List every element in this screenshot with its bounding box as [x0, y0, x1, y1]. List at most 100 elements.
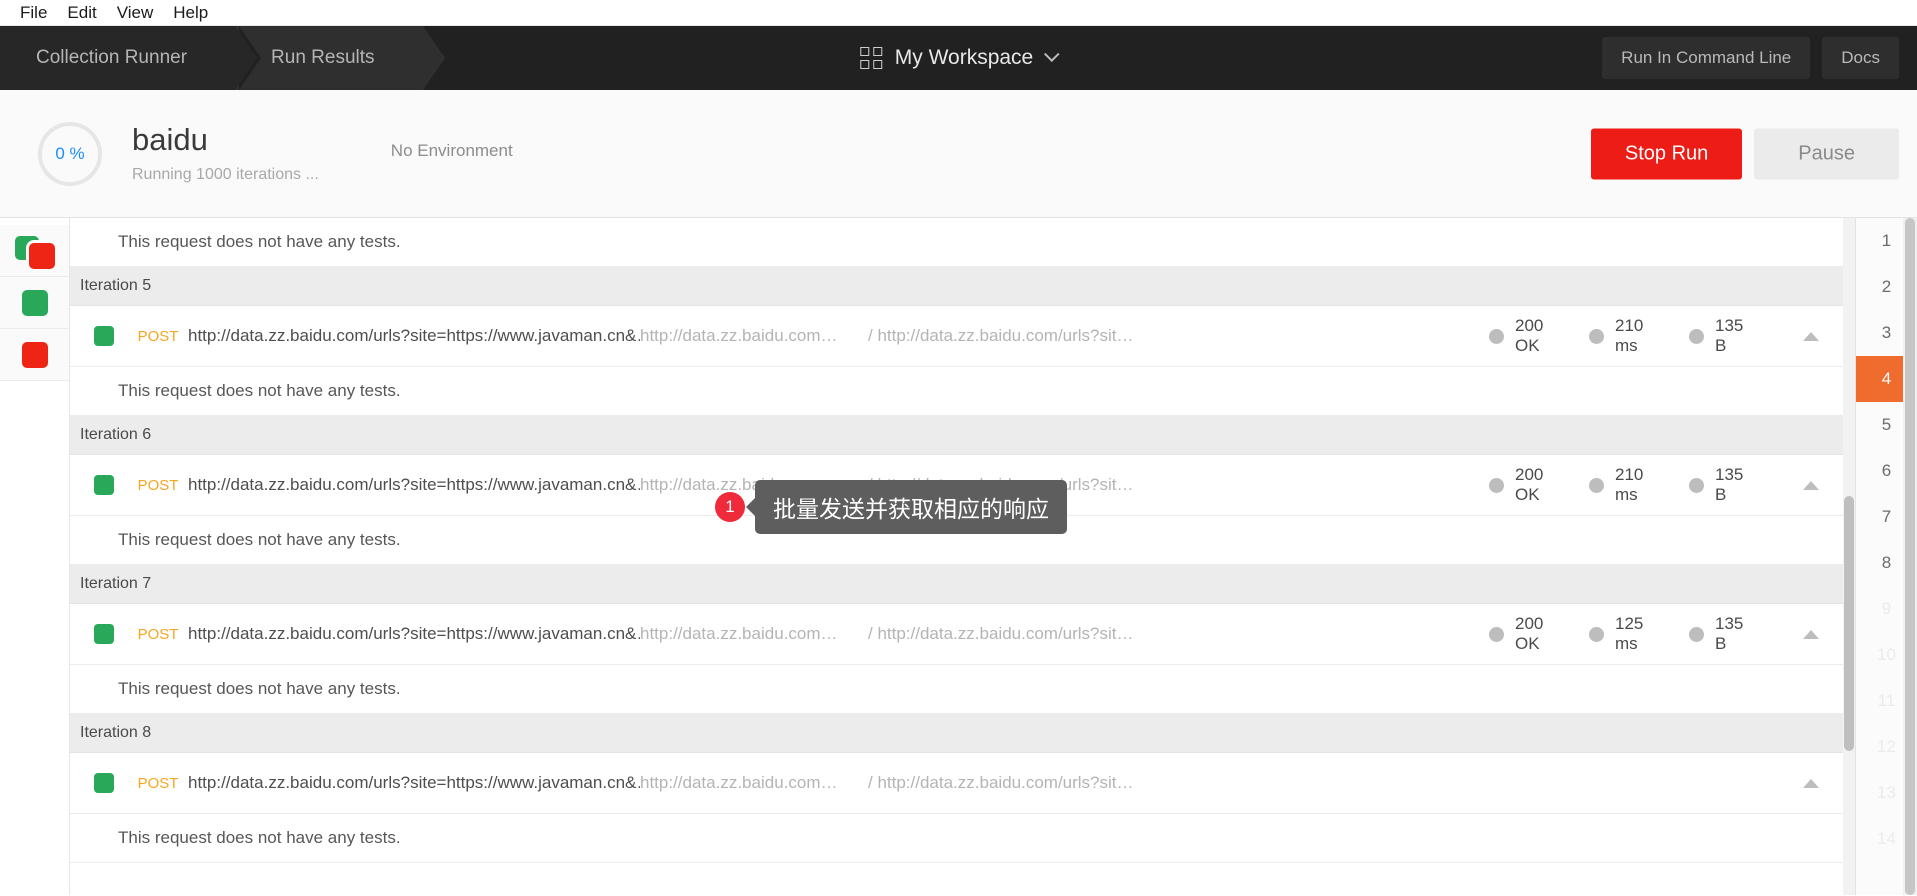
red-square-icon	[21, 341, 48, 368]
request-host: http://data.zz.baidu.com…	[640, 326, 838, 345]
request-stats: 200 OK 210 ms 135 B	[1489, 465, 1855, 505]
body-wrapper: This request does not have any tests. Ite…	[0, 218, 1917, 895]
response-size-value: 135	[1715, 315, 1744, 335]
filter-failed-button[interactable]	[0, 329, 69, 381]
environment-label: No Environment	[390, 140, 513, 160]
iteration-header: Iteration 8	[70, 714, 1855, 753]
request-method: POST	[137, 327, 179, 345]
request-result-row[interactable]: POST http://data.zz.baidu.com/urls?site=h…	[70, 753, 1855, 814]
results-scrollbar-thumb[interactable]	[1844, 496, 1854, 751]
response-size-unit: B	[1715, 634, 1727, 653]
green-red-squares-icon	[14, 235, 55, 269]
response-time-value: 125	[1615, 613, 1644, 633]
run-header: 0 % baidu Running 1000 iterations ... No…	[0, 90, 1917, 218]
tab-collection-runner[interactable]: Collection Runner	[0, 26, 262, 90]
page-scrollbar[interactable]	[1903, 218, 1917, 895]
green-square-icon	[94, 475, 114, 495]
response-status: 200 OK	[1489, 316, 1589, 356]
green-square-icon	[94, 773, 114, 793]
green-square-icon	[94, 624, 114, 644]
response-status-unit: OK	[1515, 634, 1540, 653]
status-dot-icon	[1589, 626, 1604, 642]
no-tests-message: This request does not have any tests.	[70, 218, 1855, 267]
run-header-actions: Stop Run Pause	[1590, 128, 1899, 179]
response-time-value: 210	[1615, 315, 1644, 335]
no-tests-message: This request does not have any tests.	[70, 367, 1855, 416]
run-in-command-line-button[interactable]: Run In Command Line	[1602, 37, 1811, 79]
workspace-name: My Workspace	[894, 46, 1034, 69]
chevron-up-icon[interactable]	[1803, 629, 1819, 639]
progress-ring: 0 %	[38, 121, 102, 186]
request-host: http://data.zz.baidu.com…	[640, 624, 838, 643]
menu-item-help[interactable]: Help	[163, 0, 218, 26]
no-tests-message: This request does not have any tests.	[70, 814, 1855, 863]
response-time-value: 210	[1615, 464, 1644, 484]
workspace-selector[interactable]: My Workspace	[859, 45, 1060, 70]
response-status-unit: OK	[1515, 485, 1540, 504]
request-host: http://data.zz.baidu.com…	[640, 773, 838, 792]
os-menubar: File Edit View Help	[0, 0, 1917, 26]
status-dot-icon	[1489, 328, 1504, 344]
response-status-value: 200	[1515, 315, 1544, 335]
request-name: http://data.zz.baidu.com/urls?site=https…	[188, 326, 640, 345]
annotation-badge: 1	[715, 492, 745, 522]
request-method: POST	[137, 625, 179, 643]
navbar-tabs: Collection Runner Run Results	[0, 26, 448, 90]
request-result-row[interactable]: POST http://data.zz.baidu.com/urls?site=h…	[70, 306, 1855, 367]
status-dot-icon	[1689, 328, 1704, 344]
response-size-unit: B	[1715, 485, 1727, 504]
iteration-header: Iteration 5	[70, 267, 1855, 306]
status-dot-icon	[1589, 477, 1604, 493]
grid-icon	[859, 47, 882, 69]
docs-button[interactable]: Docs	[1822, 37, 1899, 79]
status-dot-icon	[1489, 626, 1504, 642]
pause-button[interactable]: Pause	[1754, 128, 1899, 179]
response-status: 200 OK	[1489, 614, 1589, 654]
request-stats: 200 OK 125 ms 135 B	[1489, 614, 1855, 654]
chevron-up-icon[interactable]	[1803, 480, 1819, 490]
collection-title: baidu	[132, 122, 208, 158]
tab-collection-runner-label: Collection Runner	[36, 47, 188, 68]
request-path: / http://data.zz.baidu.com/urls?sit…	[868, 326, 1134, 345]
response-status: 200 OK	[1489, 465, 1589, 505]
request-stats: 200 OK 210 ms 135 B	[1489, 316, 1855, 356]
page-scrollbar-thumb[interactable]	[1905, 218, 1915, 895]
menu-item-view[interactable]: View	[107, 0, 164, 26]
results-list: This request does not have any tests. Ite…	[70, 218, 1855, 863]
filter-all-button[interactable]	[0, 225, 69, 277]
menu-item-file[interactable]: File	[10, 0, 57, 26]
iteration-header: Iteration 6	[70, 416, 1855, 455]
response-size: 135 B	[1689, 465, 1789, 505]
tab-run-results[interactable]: Run Results	[235, 26, 448, 90]
results-scrollbar[interactable]	[1843, 218, 1855, 895]
chevron-up-icon[interactable]	[1803, 778, 1819, 788]
progress-percent: 0 %	[55, 143, 85, 163]
status-dot-icon	[1589, 328, 1604, 344]
response-size: 135 B	[1689, 316, 1789, 356]
response-time-unit: ms	[1615, 485, 1638, 504]
chevron-up-icon[interactable]	[1803, 331, 1819, 341]
response-time-unit: ms	[1615, 634, 1638, 653]
request-result-row[interactable]: POST http://data.zz.baidu.com/urls?site=h…	[70, 604, 1855, 665]
request-method: POST	[137, 476, 179, 494]
filter-sidebar	[0, 218, 70, 895]
run-status-text: Running 1000 iterations ...	[132, 165, 319, 183]
navbar-actions: Run In Command Line Docs	[1602, 37, 1899, 79]
green-square-icon	[21, 289, 48, 316]
response-status-unit: OK	[1515, 336, 1540, 355]
results-panel: This request does not have any tests. Ite…	[70, 218, 1855, 895]
app-navbar: Collection Runner Run Results My Workspa…	[0, 26, 1917, 90]
request-name: http://data.zz.baidu.com/urls?site=https…	[188, 773, 640, 792]
request-name: http://data.zz.baidu.com/urls?site=https…	[188, 624, 640, 643]
annotation-callout: 1 批量发送并获取相应的响应	[715, 480, 1067, 534]
stop-run-button[interactable]: Stop Run	[1590, 128, 1743, 179]
iteration-header: Iteration 7	[70, 565, 1855, 604]
response-status-value: 200	[1515, 464, 1544, 484]
response-size-value: 135	[1715, 613, 1744, 633]
request-path: / http://data.zz.baidu.com/urls?sit…	[868, 773, 1134, 792]
status-dot-icon	[1689, 626, 1704, 642]
chevron-down-icon	[1043, 45, 1060, 62]
menu-item-edit[interactable]: Edit	[57, 0, 106, 26]
filter-passed-button[interactable]	[0, 277, 69, 329]
request-name: http://data.zz.baidu.com/urls?site=https…	[188, 475, 640, 494]
